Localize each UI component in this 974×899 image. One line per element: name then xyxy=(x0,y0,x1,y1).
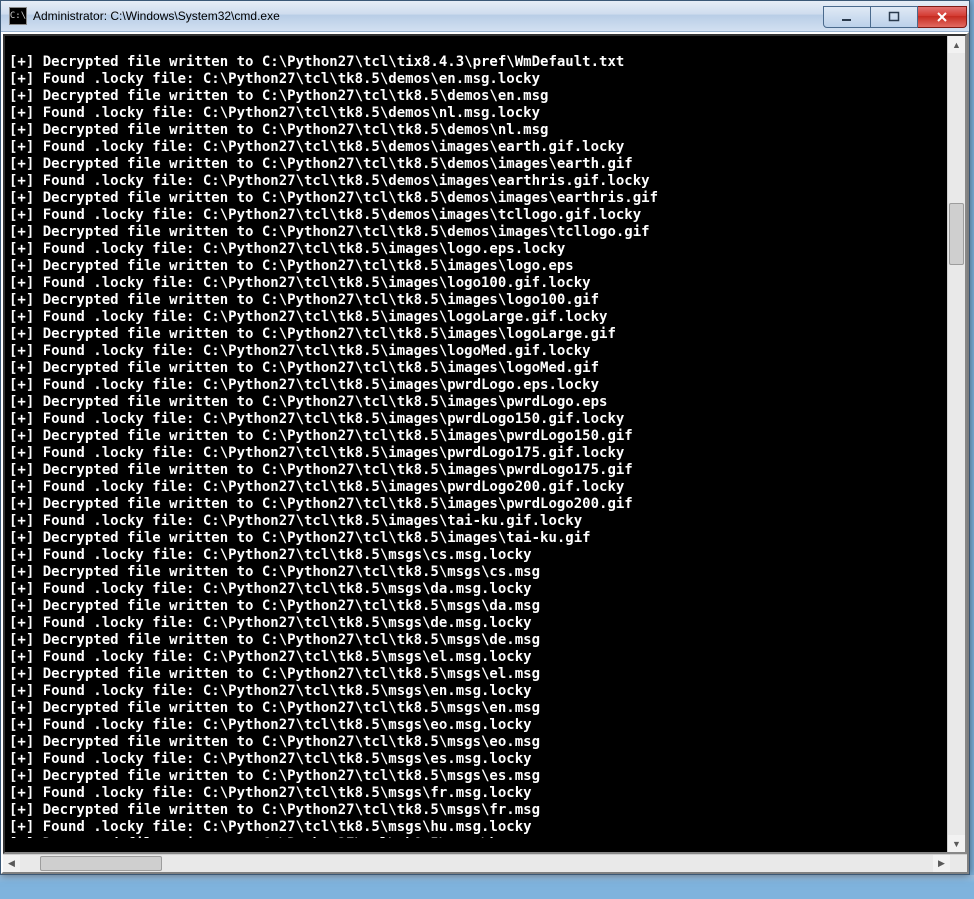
close-icon xyxy=(936,11,948,23)
console-line: [+] Found .locky file: C:\Python27\tcl\t… xyxy=(9,479,947,496)
console-wrap: [+] Decrypted file written to C:\Python2… xyxy=(3,34,967,854)
console-line: [+] Decrypted file written to C:\Python2… xyxy=(9,462,947,479)
hscroll-thumb[interactable] xyxy=(40,856,162,871)
console-line: [+] Found .locky file: C:\Python27\tcl\t… xyxy=(9,819,947,836)
console-line: [+] Found .locky file: C:\Python27\tcl\t… xyxy=(9,377,947,394)
console-line: [+] Decrypted file written to C:\Python2… xyxy=(9,428,947,445)
scroll-left-arrow-icon[interactable]: ◀ xyxy=(3,855,20,872)
console-line: [+] Found .locky file: C:\Python27\tcl\t… xyxy=(9,309,947,326)
scroll-right-arrow-icon[interactable]: ▶ xyxy=(933,855,950,872)
console-line: [+] Found .locky file: C:\Python27\tcl\t… xyxy=(9,785,947,802)
titlebar[interactable]: C:\ Administrator: C:\Windows\System32\c… xyxy=(1,1,969,32)
horizontal-scrollbar[interactable]: ◀ ▶ xyxy=(3,854,967,872)
console-line: [+] Decrypted file written to C:\Python2… xyxy=(9,54,947,71)
console-line: [+] Found .locky file: C:\Python27\tcl\t… xyxy=(9,173,947,190)
console-line: [+] Decrypted file written to C:\Python2… xyxy=(9,122,947,139)
console-line: [+] Found .locky file: C:\Python27\tcl\t… xyxy=(9,445,947,462)
scroll-down-arrow-icon[interactable]: ▼ xyxy=(948,835,965,852)
vertical-scrollbar[interactable]: ▲ ▼ xyxy=(947,36,965,852)
cmd-icon: C:\ xyxy=(9,7,27,25)
console-line: [+] Decrypted file written to C:\Python2… xyxy=(9,666,947,683)
console-line: [+] Decrypted file written to C:\Python2… xyxy=(9,700,947,717)
console-line: [+] Found .locky file: C:\Python27\tcl\t… xyxy=(9,547,947,564)
console-line: [+] Found .locky file: C:\Python27\tcl\t… xyxy=(9,343,947,360)
console-line: [+] Found .locky file: C:\Python27\tcl\t… xyxy=(9,717,947,734)
console-line: [+] Decrypted file written to C:\Python2… xyxy=(9,190,947,207)
console-line: [+] Found .locky file: C:\Python27\tcl\t… xyxy=(9,513,947,530)
console-line: [+] Found .locky file: C:\Python27\tcl\t… xyxy=(9,649,947,666)
console-line: [+] Decrypted file written to C:\Python2… xyxy=(9,360,947,377)
hscroll-track[interactable] xyxy=(20,855,933,872)
console-line: [+] Decrypted file written to C:\Python2… xyxy=(9,598,947,615)
resize-grip-icon[interactable] xyxy=(950,855,967,872)
console-line: [+] Decrypted file written to C:\Python2… xyxy=(9,768,947,785)
minimize-button[interactable] xyxy=(823,6,871,28)
console-line: [+] Found .locky file: C:\Python27\tcl\t… xyxy=(9,751,947,768)
console-line: [+] Found .locky file: C:\Python27\tcl\t… xyxy=(9,615,947,632)
console-line: [+] Decrypted file written to C:\Python2… xyxy=(9,224,947,241)
vscroll-track[interactable] xyxy=(948,53,965,835)
console-line: [+] Decrypted file written to C:\Python2… xyxy=(9,156,947,173)
console-line: [+] Found .locky file: C:\Python27\tcl\t… xyxy=(9,411,947,428)
console-line: [+] Found .locky file: C:\Python27\tcl\t… xyxy=(9,139,947,156)
console-line: [+] Decrypted file written to C:\Python2… xyxy=(9,326,947,343)
window-buttons xyxy=(823,6,967,26)
console-line: [+] Decrypted file written to C:\Python2… xyxy=(9,836,947,838)
console-line: [+] Found .locky file: C:\Python27\tcl\t… xyxy=(9,241,947,258)
console-line: [+] Decrypted file written to C:\Python2… xyxy=(9,530,947,547)
taskbar-peek xyxy=(0,875,974,883)
cmd-window: C:\ Administrator: C:\Windows\System32\c… xyxy=(0,0,970,875)
console-line: [+] Decrypted file written to C:\Python2… xyxy=(9,734,947,751)
console-line: [+] Decrypted file written to C:\Python2… xyxy=(9,88,947,105)
console-line: [+] Found .locky file: C:\Python27\tcl\t… xyxy=(9,105,947,122)
console-line: [+] Decrypted file written to C:\Python2… xyxy=(9,394,947,411)
minimize-icon xyxy=(841,11,853,23)
console-line: [+] Found .locky file: C:\Python27\tcl\t… xyxy=(9,275,947,292)
console-line: [+] Decrypted file written to C:\Python2… xyxy=(9,258,947,275)
console-line: [+] Decrypted file written to C:\Python2… xyxy=(9,632,947,649)
console-line: [+] Found .locky file: C:\Python27\tcl\t… xyxy=(9,71,947,88)
close-button[interactable] xyxy=(918,6,967,28)
console-line: [+] Decrypted file written to C:\Python2… xyxy=(9,292,947,309)
maximize-icon xyxy=(888,11,900,23)
console-line: [+] Decrypted file written to C:\Python2… xyxy=(9,496,947,513)
window-title: Administrator: C:\Windows\System32\cmd.e… xyxy=(33,9,280,23)
console-line: [+] Found .locky file: C:\Python27\tcl\t… xyxy=(9,581,947,598)
console-line: [+] Decrypted file written to C:\Python2… xyxy=(9,564,947,581)
console-line: [+] Decrypted file written to C:\Python2… xyxy=(9,802,947,819)
console-output[interactable]: [+] Decrypted file written to C:\Python2… xyxy=(5,50,947,838)
scroll-up-arrow-icon[interactable]: ▲ xyxy=(948,36,965,53)
client-area: [+] Decrypted file written to C:\Python2… xyxy=(1,32,969,874)
console-line: [+] Found .locky file: C:\Python27\tcl\t… xyxy=(9,207,947,224)
console-line: [+] Found .locky file: C:\Python27\tcl\t… xyxy=(9,683,947,700)
maximize-button[interactable] xyxy=(871,6,918,28)
vscroll-thumb[interactable] xyxy=(949,203,964,265)
